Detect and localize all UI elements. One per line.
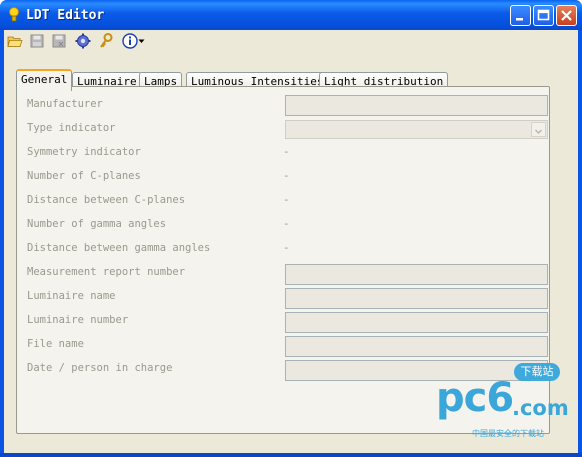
pc6-watermark-logo: 下载站 pc6 .com 中国最安全的下载站 xyxy=(436,363,582,438)
report-number-field[interactable] xyxy=(285,264,548,285)
app-window: LDT Editor General Luminaire Lamps Lumin… xyxy=(0,0,582,457)
luminaire-name-field[interactable] xyxy=(285,288,548,309)
watermark-com: .com xyxy=(512,396,569,420)
num-gamma-value: - xyxy=(283,217,290,230)
close-button[interactable] xyxy=(556,5,577,26)
open-button[interactable] xyxy=(6,32,24,50)
file-name-field[interactable] xyxy=(285,336,548,357)
info-icon xyxy=(121,33,138,49)
select-arrow[interactable] xyxy=(531,122,546,137)
distance-c-planes-label: Distance between C-planes xyxy=(27,194,186,206)
watermark-subtitle: 中国最安全的下载站 xyxy=(472,429,544,438)
key-icon xyxy=(100,33,113,48)
type-indicator-label: Type indicator xyxy=(27,122,116,134)
watermark-main: pc6 xyxy=(436,375,514,421)
open-folder-icon xyxy=(7,36,23,47)
title-bar[interactable]: LDT Editor xyxy=(0,0,582,30)
report-number-label: Measurement report number xyxy=(27,266,186,278)
window-bottom-border xyxy=(0,453,582,457)
settings-button[interactable] xyxy=(74,32,92,50)
save-button[interactable] xyxy=(28,32,46,50)
manufacturer-field[interactable] xyxy=(285,95,548,116)
file-name-label: File name xyxy=(27,338,84,350)
close-icon xyxy=(561,10,572,21)
num-c-planes-label: Number of C-planes xyxy=(27,170,141,182)
distance-c-planes-value: - xyxy=(283,193,290,206)
key-button[interactable] xyxy=(97,32,115,50)
minimize-button[interactable] xyxy=(510,5,531,26)
settings-gear-icon xyxy=(75,33,91,49)
num-gamma-label: Number of gamma angles xyxy=(27,218,167,230)
distance-gamma-value: - xyxy=(283,241,290,254)
lamp-app-icon xyxy=(9,7,19,22)
luminaire-number-label: Luminaire number xyxy=(27,314,129,326)
dropdown-arrow-icon xyxy=(138,39,144,43)
save-icon xyxy=(30,34,44,48)
symmetry-indicator-value: - xyxy=(283,145,290,158)
tab-general[interactable]: General xyxy=(16,69,73,91)
info-button[interactable] xyxy=(120,32,146,50)
maximize-button[interactable] xyxy=(533,5,554,26)
save-as-icon xyxy=(52,34,66,48)
luminaire-number-field[interactable] xyxy=(285,312,548,333)
manufacturer-label: Manufacturer xyxy=(27,98,103,110)
chevron-down-icon xyxy=(534,129,543,135)
minimize-icon xyxy=(516,18,523,21)
save-as-button[interactable] xyxy=(50,32,68,50)
window-title: LDT Editor xyxy=(26,8,105,23)
distance-gamma-label: Distance between gamma angles xyxy=(27,242,211,254)
date-person-label: Date / person in charge xyxy=(27,362,173,374)
type-indicator-select[interactable] xyxy=(285,120,548,139)
num-c-planes-value: - xyxy=(283,169,290,182)
toolbar xyxy=(4,30,578,52)
symmetry-indicator-label: Symmetry indicator xyxy=(27,146,141,158)
maximize-icon xyxy=(537,9,550,21)
watermark-badge: 下载站 xyxy=(514,363,560,381)
luminaire-name-label: Luminaire name xyxy=(27,290,116,302)
